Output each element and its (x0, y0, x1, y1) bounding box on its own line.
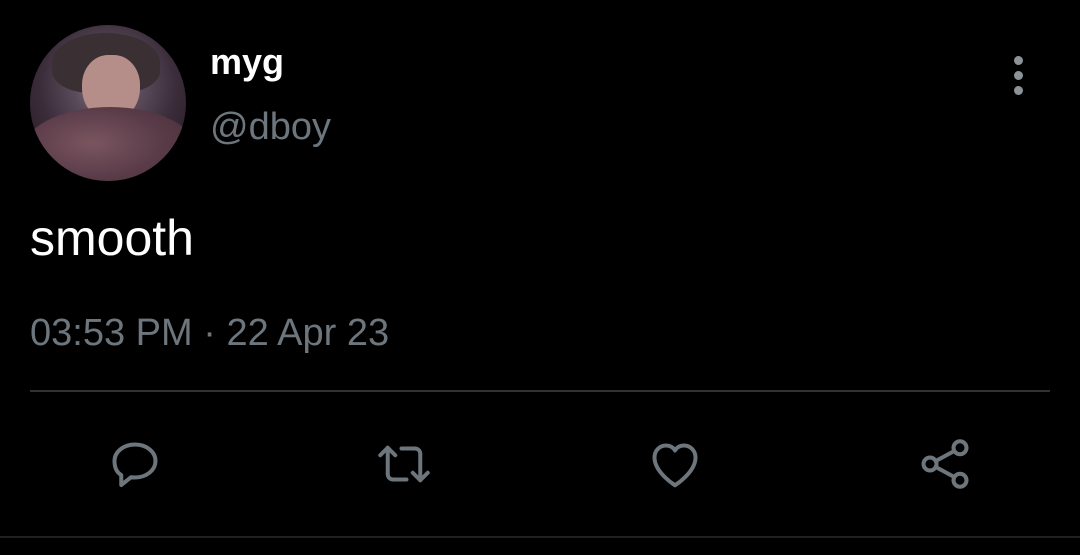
more-vertical-icon (1013, 55, 1023, 65)
more-vertical-icon-dot (1013, 70, 1023, 80)
tweet-date: 22 Apr 23 (226, 312, 390, 354)
tweet-text: smooth (30, 210, 194, 266)
divider (30, 390, 1050, 392)
timestamp-separator: · (203, 312, 216, 354)
share-icon (921, 439, 969, 489)
more-vertical-icon-dot (1013, 85, 1023, 95)
avatar[interactable] (30, 25, 186, 181)
bottom-divider (0, 536, 1080, 538)
user-handle[interactable]: @dboy (210, 104, 331, 150)
display-name[interactable]: myg (210, 40, 284, 84)
reply-button[interactable] (103, 432, 167, 496)
like-button[interactable] (643, 432, 707, 496)
tweet-detail: myg @dboy smooth 03:53 PM · 22 Apr 23 (0, 0, 1080, 555)
retweet-icon (378, 445, 430, 483)
tweet-time: 03:53 PM (30, 312, 193, 354)
reply-icon (112, 442, 158, 487)
retweet-button[interactable] (372, 432, 436, 496)
heart-icon (652, 443, 698, 488)
avatar-blanket (30, 107, 186, 181)
tweet-timestamp[interactable]: 03:53 PM · 22 Apr 23 (30, 310, 389, 356)
share-button[interactable] (913, 432, 977, 496)
more-options-button[interactable] (1000, 52, 1036, 98)
